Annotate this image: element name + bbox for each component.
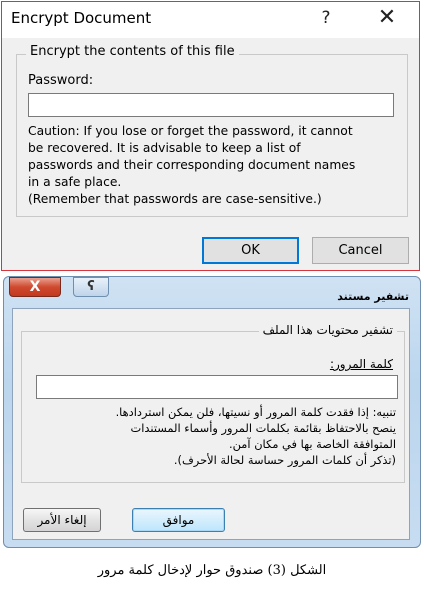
cancel-button[interactable]: Cancel	[312, 237, 409, 264]
password-input[interactable]	[36, 375, 398, 399]
caution-line: (Remember that passwords are case-sensit…	[28, 192, 322, 206]
dialog-title: Encrypt Document	[11, 9, 152, 27]
caution-line: Caution: If you lose or forget the passw…	[28, 124, 353, 138]
caution-line: (تذكر أن كلمات المرور حساسة لحالة الأحرف…	[173, 453, 396, 467]
ok-button[interactable]: OK	[202, 237, 299, 264]
figure-caption: الشكل (3) صندوق حوار لإدخال كلمة مرور	[97, 563, 327, 578]
caution-line: المتوافقة الخاصة بها في مكان آمن.	[229, 437, 396, 451]
caution-text: تنبيه: إذا فقدت كلمة المرور أو نسيتها، ف…	[28, 404, 396, 468]
encrypt-document-dialog: Encrypt Document ? ✕ Encrypt the content…	[1, 1, 420, 271]
help-icon[interactable]: ?	[314, 6, 338, 30]
cancel-button[interactable]: إلغاء الأمر	[23, 508, 101, 532]
caution-line: passwords and their corresponding docume…	[28, 158, 356, 172]
dialog-title: تشفير مستند	[337, 290, 409, 303]
ok-button[interactable]: موافق	[132, 508, 225, 532]
caution-line: تنبيه: إذا فقدت كلمة المرور أو نسيتها، ف…	[115, 405, 396, 419]
caution-line: ينصح بالاحتفاظ بقائمة بكلمات المرور وأسم…	[130, 421, 396, 435]
title-bar: Encrypt Document ? ✕	[2, 2, 419, 38]
caution-text: Caution: If you lose or forget the passw…	[28, 123, 400, 208]
caution-line: be recovered. It is advisable to keep a …	[28, 141, 301, 155]
encrypt-document-dialog-arabic: X ʕ تشفير مستند تشفير محتويات هذا الملف …	[3, 276, 421, 548]
help-icon[interactable]: ʕ	[73, 277, 109, 297]
password-input[interactable]	[28, 93, 394, 117]
group-label: تشفير محتويات هذا الملف	[258, 323, 397, 337]
group-label: Encrypt the contents of this file	[26, 44, 239, 59]
password-label: كلمة المرور:	[329, 357, 393, 371]
caution-line: in a safe place.	[28, 175, 122, 189]
password-label: Password:	[28, 73, 94, 88]
close-icon[interactable]: ✕	[374, 6, 400, 32]
close-icon[interactable]: X	[9, 277, 61, 297]
